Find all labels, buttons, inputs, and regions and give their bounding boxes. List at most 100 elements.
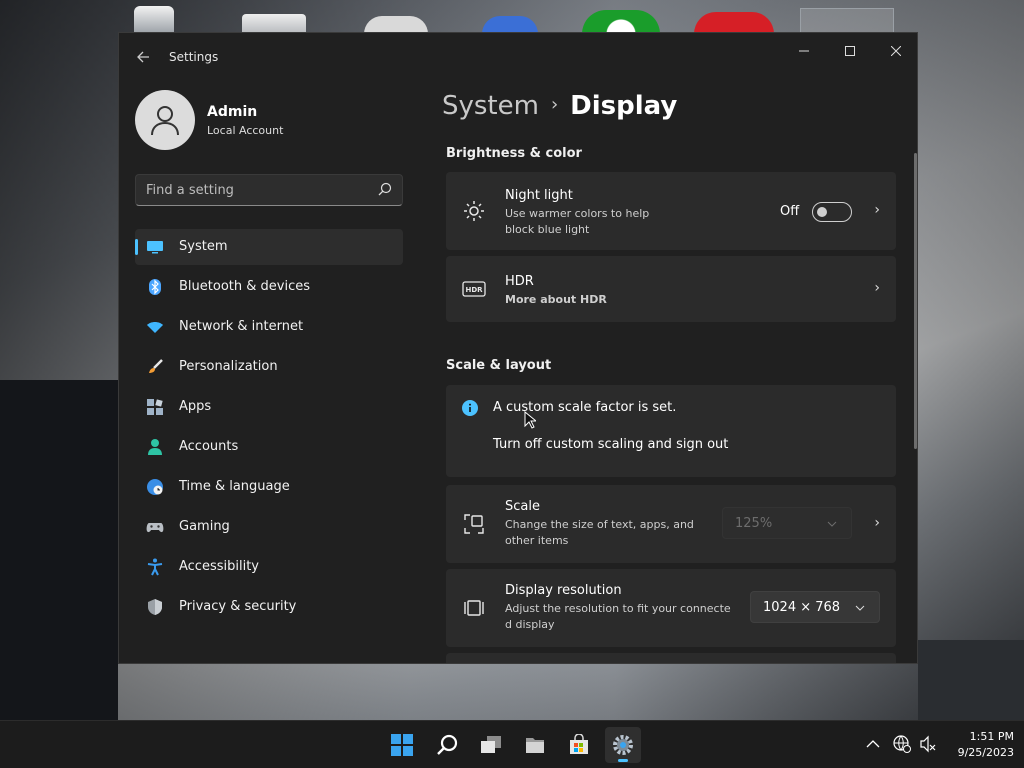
sidebar-item-apps[interactable]: Apps bbox=[135, 389, 403, 425]
task-view-button[interactable] bbox=[473, 727, 509, 763]
minimize-icon bbox=[799, 50, 809, 52]
desktop-dark-base-right bbox=[918, 640, 1024, 720]
shield-icon bbox=[148, 599, 162, 615]
xbox-desktop-icon[interactable] bbox=[582, 10, 660, 34]
mouse-cursor-icon bbox=[524, 411, 536, 429]
minimize-button[interactable] bbox=[781, 37, 827, 65]
maximize-icon bbox=[845, 46, 855, 56]
page-title: Display bbox=[570, 91, 678, 121]
search-icon bbox=[378, 182, 392, 196]
search-input[interactable]: Find a setting bbox=[135, 174, 403, 206]
title-bar: Settings bbox=[119, 33, 917, 81]
section-heading-scale-layout: Scale & layout bbox=[446, 358, 552, 373]
sidebar-item-bluetooth[interactable]: Bluetooth & devices bbox=[135, 269, 403, 305]
resolution-icon bbox=[464, 600, 484, 616]
taskbar: 1:51 PM 9/25/2023 bbox=[0, 720, 1024, 768]
network-globe-icon[interactable] bbox=[893, 735, 911, 753]
scrollbar[interactable] bbox=[914, 153, 917, 449]
sidebar-item-accounts[interactable]: Accounts bbox=[135, 429, 403, 465]
section-heading-brightness: Brightness & color bbox=[446, 146, 582, 161]
hdr-icon: HDR bbox=[462, 281, 486, 297]
sidebar-item-gaming[interactable]: Gaming bbox=[135, 509, 403, 545]
red-desktop-icon[interactable] bbox=[694, 12, 774, 34]
globe-clock-icon bbox=[147, 479, 163, 495]
hdr-title: HDR bbox=[505, 274, 534, 289]
sidebar-item-privacy-security[interactable]: Privacy & security bbox=[135, 589, 403, 625]
chevron-right-icon: › bbox=[874, 515, 880, 531]
sidebar-item-network[interactable]: Network & internet bbox=[135, 309, 403, 345]
search-placeholder: Find a setting bbox=[146, 183, 234, 198]
night-light-description: Use warmer colors to help block blue lig… bbox=[505, 207, 650, 236]
close-button[interactable] bbox=[873, 37, 917, 65]
avatar[interactable] bbox=[135, 90, 195, 150]
running-indicator bbox=[618, 759, 628, 762]
selected-desktop-icon[interactable] bbox=[800, 8, 894, 34]
hdr-card[interactable]: HDR HDR More about HDR › bbox=[446, 256, 896, 322]
store-icon bbox=[570, 734, 588, 754]
display-resolution-card[interactable]: Display resolution Adjust the resolution… bbox=[446, 569, 896, 647]
task-view-icon bbox=[481, 736, 501, 753]
active-indicator bbox=[135, 239, 138, 255]
sidebar-item-label: Accounts bbox=[179, 439, 239, 454]
scale-dropdown[interactable]: 125% bbox=[722, 507, 852, 539]
night-light-state: Off bbox=[780, 204, 800, 219]
system-clock[interactable]: 1:51 PM 9/25/2023 bbox=[944, 729, 1014, 761]
svg-text:HDR: HDR bbox=[465, 286, 483, 294]
scale-value: 125% bbox=[735, 516, 773, 531]
user-name: Admin bbox=[207, 104, 258, 120]
next-setting-card[interactable] bbox=[446, 653, 896, 663]
info-icon bbox=[462, 400, 478, 416]
wifi-icon bbox=[147, 322, 163, 333]
night-light-card[interactable]: Night light Use warmer colors to help bl… bbox=[446, 172, 896, 250]
account-type: Local Account bbox=[207, 124, 284, 137]
display-resolution-title: Display resolution bbox=[505, 583, 622, 598]
start-button[interactable] bbox=[384, 727, 420, 763]
custom-scale-info-card: A custom scale factor is set. Turn off c… bbox=[446, 385, 896, 477]
chevron-up-icon[interactable] bbox=[866, 739, 880, 749]
apps-icon bbox=[147, 399, 163, 415]
sidebar-item-label: Personalization bbox=[179, 359, 278, 374]
bluetooth-icon bbox=[149, 279, 161, 295]
settings-window: Settings Admin Local Account Find a sett… bbox=[118, 32, 918, 664]
store-button[interactable] bbox=[561, 727, 597, 763]
sidebar-item-label: System bbox=[179, 239, 228, 254]
start-icon bbox=[391, 734, 413, 756]
accessibility-icon bbox=[147, 558, 163, 576]
sidebar-item-label: Apps bbox=[179, 399, 212, 414]
back-button[interactable] bbox=[131, 45, 155, 69]
sidebar-item-time-language[interactable]: Time & language bbox=[135, 469, 403, 505]
clock-time: 1:51 PM bbox=[969, 730, 1014, 743]
sidebar-item-label: Accessibility bbox=[179, 559, 259, 574]
resolution-dropdown[interactable]: 1024 × 768 bbox=[750, 591, 880, 623]
scale-icon bbox=[464, 514, 484, 534]
maximize-button[interactable] bbox=[827, 37, 873, 65]
chevron-right-icon: › bbox=[874, 280, 880, 296]
sidebar-item-label: Privacy & security bbox=[179, 599, 297, 614]
sidebar-item-label: Bluetooth & devices bbox=[179, 279, 310, 294]
chevron-right-icon: › bbox=[874, 202, 880, 218]
recycle-bin-icon[interactable] bbox=[134, 6, 174, 34]
scale-card[interactable]: Scale Change the size of text, apps, and… bbox=[446, 485, 896, 563]
folder-icon[interactable] bbox=[242, 14, 306, 34]
more-about-hdr-link[interactable]: More about HDR bbox=[505, 292, 607, 308]
desktop-dark-base bbox=[0, 380, 118, 720]
brightness-icon bbox=[464, 201, 484, 221]
search-button[interactable] bbox=[429, 727, 465, 763]
breadcrumb: System › Display bbox=[442, 91, 677, 121]
volume-muted-icon[interactable] bbox=[919, 735, 937, 753]
sidebar-item-system[interactable]: System bbox=[135, 229, 403, 265]
arrow-left-icon bbox=[137, 51, 149, 63]
toggle-knob bbox=[817, 207, 827, 217]
sidebar-item-accessibility[interactable]: Accessibility bbox=[135, 549, 403, 585]
sidebar-item-label: Gaming bbox=[179, 519, 230, 534]
sidebar-item-personalization[interactable]: Personalization bbox=[135, 349, 403, 385]
clock-date: 9/25/2023 bbox=[957, 746, 1014, 759]
file-explorer-button[interactable] bbox=[517, 727, 553, 763]
sidebar-item-label: Network & internet bbox=[179, 319, 304, 334]
brush-icon bbox=[149, 359, 163, 373]
breadcrumb-parent[interactable]: System bbox=[442, 91, 539, 121]
file-explorer-icon bbox=[526, 738, 544, 753]
settings-taskbar-button[interactable] bbox=[605, 727, 641, 763]
night-light-toggle[interactable] bbox=[812, 202, 852, 222]
turn-off-custom-scaling-link[interactable]: Turn off custom scaling and sign out bbox=[493, 437, 728, 452]
